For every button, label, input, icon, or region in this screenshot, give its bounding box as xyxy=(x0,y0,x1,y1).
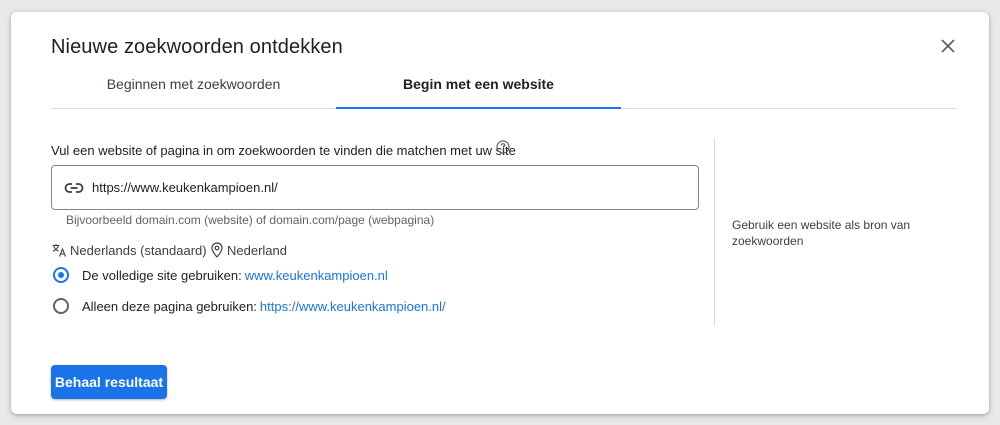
option-full-site-label: De volledige site gebruiken: www.keukenka… xyxy=(82,268,388,283)
link-icon xyxy=(64,178,84,198)
side-note: Gebruik een website als bron van zoekwoo… xyxy=(732,218,911,248)
website-url-field[interactable] xyxy=(51,165,699,210)
get-results-button[interactable]: Behaal resultaat xyxy=(51,365,167,399)
radio-full-site[interactable] xyxy=(53,267,69,283)
help-circle-icon[interactable] xyxy=(496,140,510,154)
option-this-page-link[interactable]: https://www.keukenkampioen.nl/ xyxy=(260,299,446,314)
vertical-divider xyxy=(714,138,715,326)
close-icon[interactable] xyxy=(938,36,958,56)
tab-start-with-keywords[interactable]: Beginnen met zoekwoorden xyxy=(51,70,336,108)
language-label[interactable]: Nederlands (standaard) xyxy=(70,243,207,258)
tab-bar: Beginnen met zoekwoorden Begin met een w… xyxy=(51,70,957,109)
location-label[interactable]: Nederland xyxy=(227,243,287,258)
radio-this-page[interactable] xyxy=(53,298,69,314)
dialog-title: Nieuwe zoekwoorden ontdekken xyxy=(51,36,343,58)
form-description: Vul een website of pagina in om zoekwoor… xyxy=(51,143,516,158)
dialog: Nieuwe zoekwoorden ontdekken Beginnen me… xyxy=(11,12,989,414)
url-hint: Bijvoorbeeld domain.com (website) of dom… xyxy=(66,213,435,227)
translate-icon xyxy=(51,242,67,258)
option-full-site-link[interactable]: www.keukenkampioen.nl xyxy=(245,268,388,283)
tab-start-with-website[interactable]: Begin met een website xyxy=(336,70,621,109)
website-url-input[interactable] xyxy=(92,176,682,198)
location-pin-icon xyxy=(210,242,224,258)
option-this-page-label: Alleen deze pagina gebruiken: https://www… xyxy=(82,299,446,314)
